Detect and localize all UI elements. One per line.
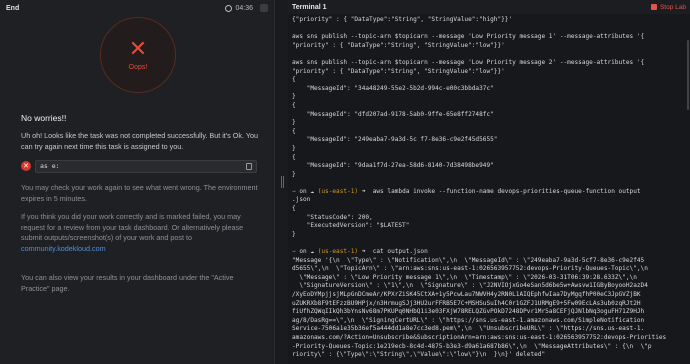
result-panel: End 04:36 ✕ Oops! No worries!! Uh oh! Lo…	[0, 0, 275, 364]
terminal-line: /XyEoDYMpjjsjMLpGnDCmeAr/KPXrZiSK45CtXA+…	[292, 291, 641, 298]
terminal-line: }	[292, 230, 296, 238]
terminal-line: "MessageId": "34a48249-55e2-5b2d-994c-e0…	[292, 84, 494, 92]
terminal-line: {	[292, 205, 296, 213]
close-icon: ✕	[128, 36, 148, 62]
terminal-line: amazonaws.com/?Action=Unsubscribe&Subscr…	[292, 333, 667, 341]
prompt-region: (us-east-1)	[317, 187, 359, 195]
result-message: Uh oh! Looks like the task was not compl…	[21, 131, 258, 151]
prompt-command: ➜ cat output.json	[358, 248, 428, 256]
timer: 04:36	[225, 4, 268, 12]
community-link[interactable]: community.kodekloud.com	[21, 244, 106, 253]
terminal-line: fiUfhZQWqIIkQh3bYnsNv68m7PKUPq0NHbQ1i3e0…	[292, 308, 645, 316]
oops-badge: ✕ Oops!	[100, 17, 176, 93]
terminal-scrollbar[interactable]	[687, 40, 689, 110]
terminal-line: \"SignatureVersion\" : \"1\",\n \"Signat…	[292, 282, 648, 290]
oops-label: Oops!	[128, 63, 148, 71]
review-text: If you think you did your work correctly…	[21, 212, 244, 242]
terminal-line: riority\" : {\"Type\":\"String\",\"Value…	[292, 351, 546, 359]
terminal-line: aws sns publish --topic-arn $topicarn --…	[292, 58, 645, 66]
prompt-region: (us-east-1)	[317, 248, 359, 256]
terminal-line: "MessageId": "dfd207ad-9178-5ab0-9ffe-65…	[292, 110, 494, 118]
terminal-prompt: → on ☁ (us-east-1) ➜ aws lambda invoke -…	[292, 188, 686, 197]
prompt-command: ➜ aws lambda invoke --function-name devo…	[358, 187, 641, 195]
review-note: If you think you did your work correctly…	[21, 212, 261, 254]
terminal-panel: Terminal 1 Stop Lab {"priority" : { "Dat…	[288, 0, 690, 364]
terminal-line: }	[292, 119, 296, 127]
terminal-line: ag/8/DasRg==\",\n \"SigningCertURL\" : \…	[292, 316, 645, 324]
terminal-output[interactable]: {"priority" : { "DataType":"String", "St…	[292, 16, 686, 362]
answer-field[interactable]: as e:	[35, 159, 257, 173]
terminal-line: }	[292, 144, 296, 152]
terminal-line: .json	[292, 196, 311, 204]
terminal-line: }	[292, 93, 296, 101]
terminal-line: {	[292, 76, 296, 84]
dashboard-note: You can also view your results in your d…	[21, 273, 234, 293]
tab-terminal-1[interactable]: Terminal 1	[292, 4, 327, 11]
terminal-line: Service-7506a1e35b36ef5a444dd1a8e7cc3ed8…	[292, 325, 645, 333]
terminal-line: {"priority" : { "DataType":"String", "St…	[292, 16, 513, 23]
terminal-prompt: → on ☁ (us-east-1) ➜ cat output.json	[292, 248, 686, 257]
error-icon: ✕	[21, 161, 31, 171]
terminal-line: "priority" : { "DataType":"String", "Str…	[292, 41, 505, 49]
terminal-line: "priority" : { "DataType":"String", "Str…	[292, 67, 505, 75]
environment-note: You may check your work again to see wha…	[21, 183, 258, 203]
terminal-line: d5655\",\n \"TopicArn\" : \"arn:aws:sns:…	[292, 265, 648, 273]
terminal-line: {	[292, 153, 296, 161]
stop-icon	[650, 4, 657, 10]
answer-value: as e:	[40, 162, 60, 170]
terminal-line: {	[292, 127, 296, 135]
terminal-line: }	[292, 170, 296, 178]
stop-lab-label: Stop Lab	[659, 3, 686, 11]
result-header: End 04:36	[0, 0, 274, 16]
terminal-line: -Priority-Queues-Topic:1e219ecb-8c4d-487…	[292, 342, 652, 350]
answer-row: ✕ as e:	[21, 159, 257, 173]
result-title: No worries!!	[21, 113, 67, 123]
terminal-header: Terminal 1 Stop Lab	[288, 0, 690, 14]
terminal-line: "ExecutedVersion": "$LATEST"	[292, 222, 410, 230]
copy-icon[interactable]	[246, 162, 252, 170]
prompt-on: on ☁	[299, 248, 318, 256]
terminal-line: "Message '{\n \"Type\" : \"Notification\…	[292, 256, 645, 264]
terminal-line: {	[292, 101, 296, 109]
clock-icon	[225, 4, 233, 12]
stop-lab-button[interactable]: Stop Lab	[650, 3, 686, 11]
terminal-line: "StatusCode": 200,	[292, 213, 373, 221]
terminal-line: "MessageId": "249eaba7-9a3d-5c f7-8e36-c…	[292, 136, 498, 144]
collapse-button[interactable]	[260, 4, 268, 12]
terminal-line: "MessageId": "9daa1f7d-27ea-58d6-8140-7d…	[292, 162, 494, 170]
resize-handle[interactable]	[281, 176, 285, 188]
terminal-line: uZUKRXb8F9tEFzzBU9HPjx/n3HrmugSJj3HU2urF…	[292, 299, 641, 307]
terminal-line: aws sns publish --topic-arn $topicarn --…	[292, 33, 645, 41]
prompt-on: on ☁	[299, 187, 318, 195]
timer-value: 04:36	[235, 4, 253, 12]
terminal-line: \"Message\" : \"Low Priority message 1\"…	[292, 273, 637, 281]
panel-title: End	[6, 4, 20, 12]
